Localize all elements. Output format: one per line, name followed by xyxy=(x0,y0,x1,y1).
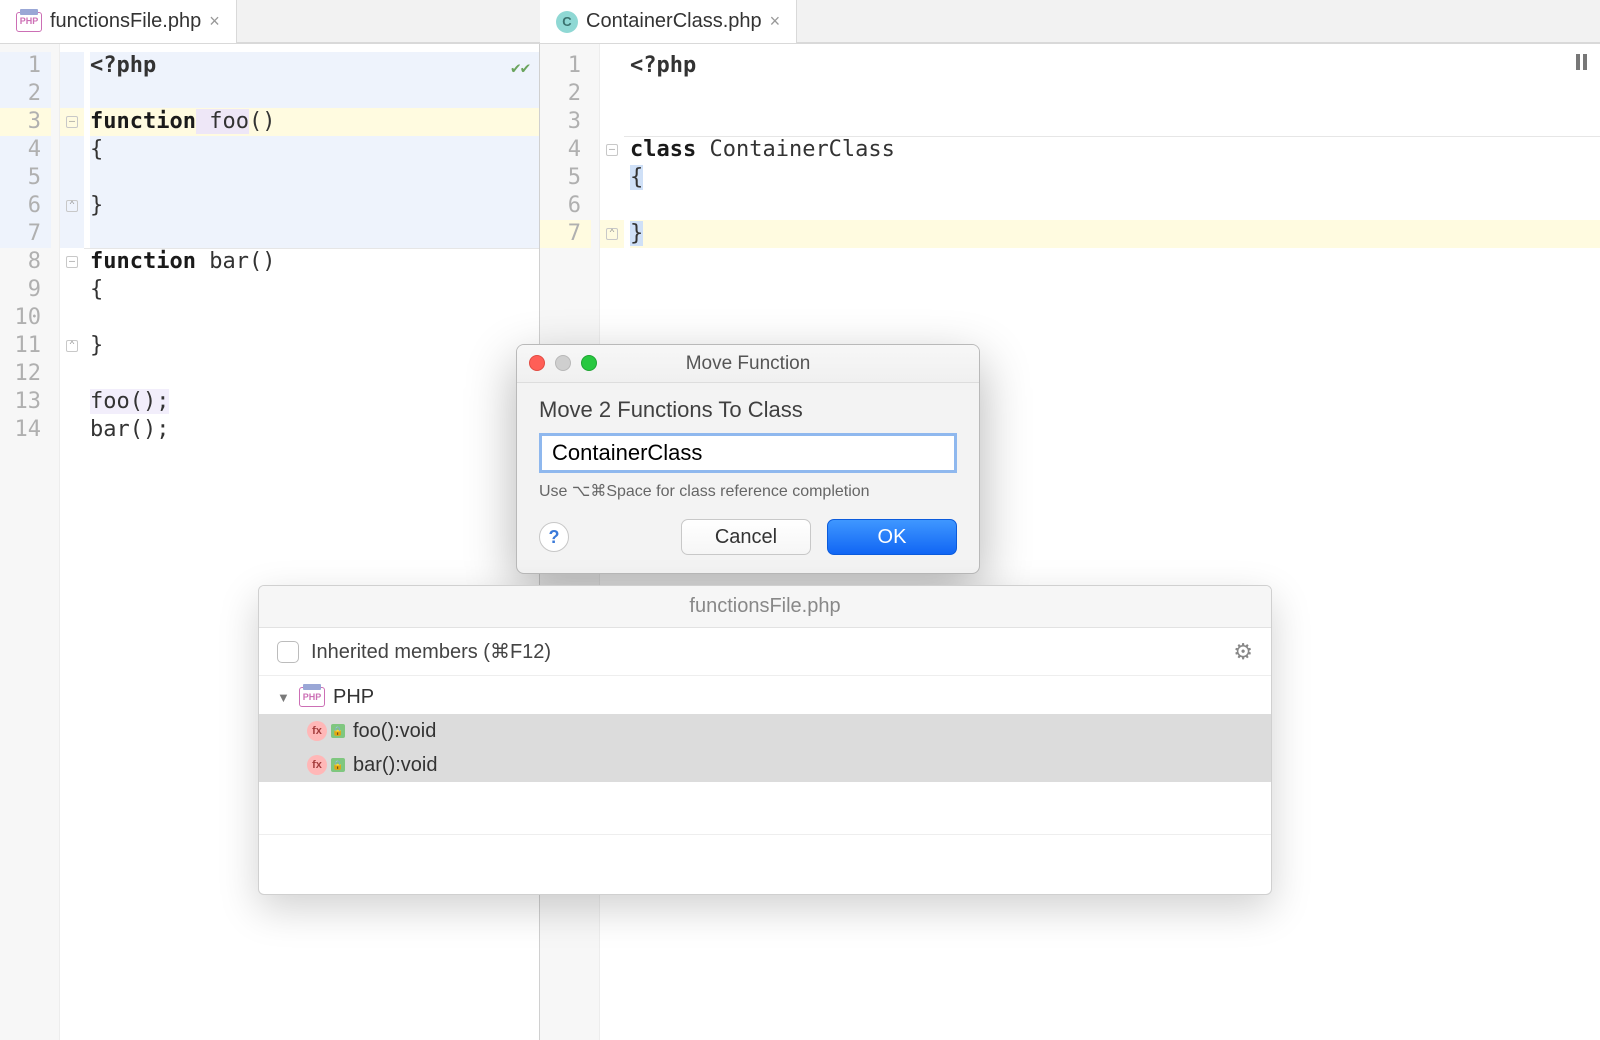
chevron-down-icon[interactable]: ▼ xyxy=(277,690,291,705)
tab-label: functionsFile.php xyxy=(50,10,201,33)
php-file-icon: PHP xyxy=(16,12,42,32)
help-button[interactable]: ? xyxy=(539,522,569,552)
tab-container-class[interactable]: C ContainerClass.php × xyxy=(540,0,797,43)
window-zoom-icon[interactable] xyxy=(581,355,597,371)
pause-icon[interactable] xyxy=(1576,54,1590,70)
function-icon: fx xyxy=(307,755,327,775)
lock-icon: 🔒 xyxy=(331,724,345,738)
close-icon[interactable]: × xyxy=(209,11,220,32)
structure-toolbar: Inherited members (⌘F12) ⚙ xyxy=(259,628,1271,676)
gutter: 1 2 3 4 5 6 7 8 9 10 11 12 13 14 xyxy=(0,44,60,1040)
ok-button[interactable]: OK xyxy=(827,519,957,555)
dialog-titlebar[interactable]: Move Function xyxy=(517,345,979,383)
tab-functions-file[interactable]: PHP functionsFile.php × xyxy=(0,0,237,43)
tabs-bar: PHP functionsFile.php × C ContainerClass… xyxy=(0,0,1600,44)
tree-item-bar[interactable]: fx 🔒 bar():void xyxy=(259,748,1271,782)
class-file-icon: C xyxy=(556,11,578,33)
window-close-icon[interactable] xyxy=(529,355,545,371)
close-icon[interactable]: × xyxy=(770,11,781,32)
gear-icon[interactable]: ⚙ xyxy=(1233,639,1253,665)
fold-end-icon[interactable]: ⌃ xyxy=(66,200,78,212)
tab-label: ContainerClass.php xyxy=(586,10,762,33)
dialog-heading: Move 2 Functions To Class xyxy=(539,397,957,423)
tree-item-label: bar():void xyxy=(353,754,437,777)
fold-icon[interactable]: – xyxy=(66,116,78,128)
window-minimize-icon xyxy=(555,355,571,371)
tabs-filler xyxy=(237,0,540,43)
structure-popup: functionsFile.php Inherited members (⌘F1… xyxy=(258,585,1272,895)
structure-tree[interactable]: ▼ PHP PHP fx 🔒 foo():void fx 🔒 bar():voi… xyxy=(259,676,1271,786)
tree-root[interactable]: ▼ PHP PHP xyxy=(259,680,1271,714)
tree-root-label: PHP xyxy=(333,686,374,709)
fold-end-icon[interactable]: ⌃ xyxy=(606,228,618,240)
fold-end-icon[interactable]: ⌃ xyxy=(66,340,78,352)
move-function-dialog: Move Function Move 2 Functions To Class … xyxy=(516,344,980,574)
method-separator xyxy=(84,248,539,249)
structure-title: functionsFile.php xyxy=(259,586,1271,628)
inspection-ok-icon[interactable]: ✔✔ xyxy=(511,54,529,72)
cancel-button[interactable]: Cancel xyxy=(681,519,811,555)
inherited-members-label: Inherited members (⌘F12) xyxy=(311,639,551,664)
php-file-icon: PHP xyxy=(299,687,325,707)
fold-column: – ⌃ – ⌃ xyxy=(60,44,84,1040)
inherited-members-checkbox[interactable] xyxy=(277,641,299,663)
window-controls[interactable] xyxy=(529,355,597,371)
tree-item-label: foo():void xyxy=(353,720,436,743)
method-separator xyxy=(624,136,1600,137)
lock-icon: 🔒 xyxy=(331,758,345,772)
fold-icon[interactable]: – xyxy=(66,256,78,268)
fold-icon[interactable]: – xyxy=(606,144,618,156)
code-text: <?php xyxy=(90,53,156,78)
dialog-hint: Use ⌥⌘Space for class reference completi… xyxy=(539,481,957,501)
tabs-filler xyxy=(797,0,1600,43)
structure-footer xyxy=(259,834,1271,894)
function-icon: fx xyxy=(307,721,327,741)
target-class-input[interactable] xyxy=(539,433,957,473)
tree-item-foo[interactable]: fx 🔒 foo():void xyxy=(259,714,1271,748)
